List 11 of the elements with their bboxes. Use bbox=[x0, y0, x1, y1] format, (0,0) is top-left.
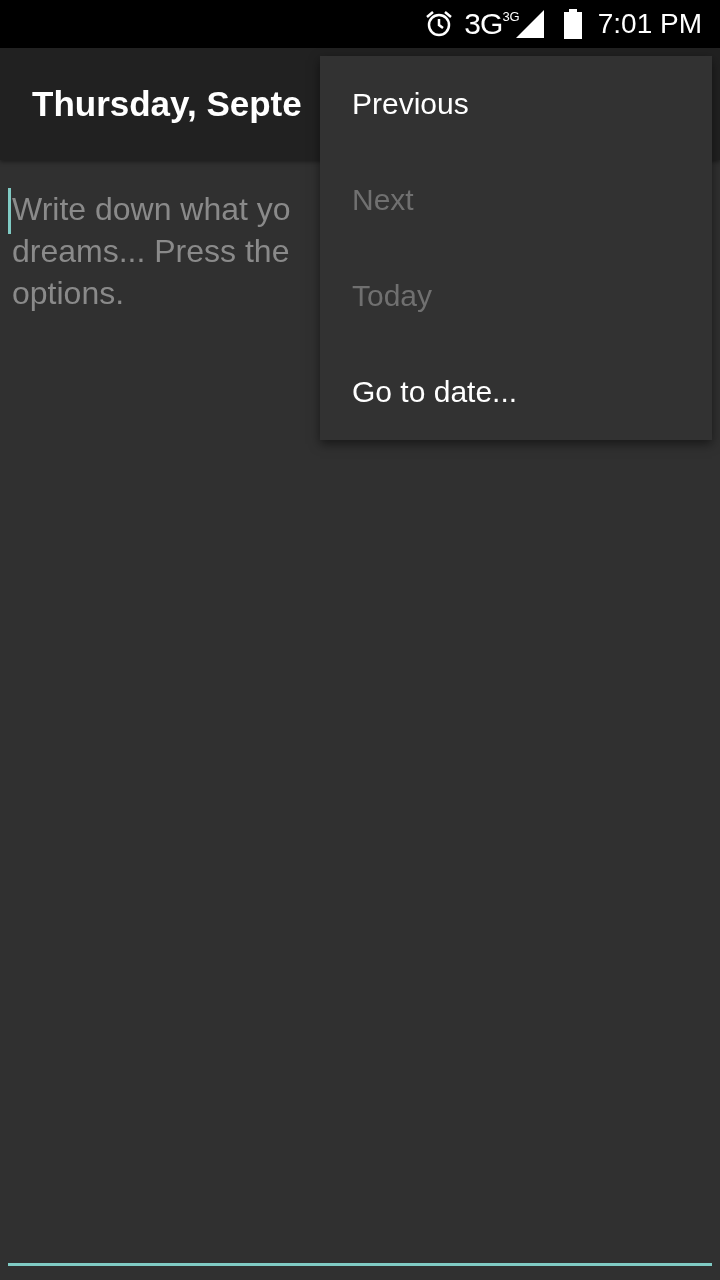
app-bar-title: Thursday, Septe bbox=[32, 84, 302, 124]
menu-item[interactable]: Go to date... bbox=[320, 344, 712, 440]
placeholder-text: Write down what yo bbox=[12, 190, 291, 229]
battery-icon bbox=[563, 9, 582, 39]
text-cursor bbox=[8, 188, 11, 234]
placeholder-text: options. bbox=[12, 274, 126, 313]
placeholder-text: dreams... Press the bbox=[12, 232, 291, 271]
network-superscript-label: 3G bbox=[502, 9, 520, 24]
clock-time: 7:01 PM bbox=[597, 8, 702, 40]
menu-item[interactable]: Previous bbox=[320, 56, 712, 152]
network-type: 3G bbox=[464, 7, 503, 41]
